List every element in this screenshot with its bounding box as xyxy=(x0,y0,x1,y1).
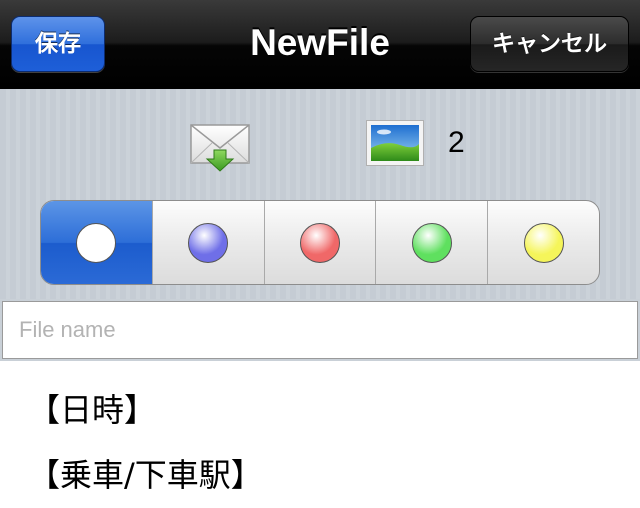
file-name-container xyxy=(0,299,640,361)
mail-download-icon[interactable] xyxy=(190,124,250,172)
file-name-input[interactable] xyxy=(2,301,638,359)
body-line: 【乗車/下車駅】 xyxy=(28,456,263,494)
color-segmented-control xyxy=(40,200,600,285)
color-option-blue[interactable] xyxy=(151,201,264,284)
yellow-dot-icon xyxy=(523,222,564,263)
color-option-red[interactable] xyxy=(263,201,376,284)
green-dot-icon xyxy=(411,222,452,263)
color-option-white[interactable] xyxy=(41,201,152,284)
body-line: 【日時】 xyxy=(28,391,157,429)
blue-dot-icon xyxy=(188,222,229,263)
color-option-yellow[interactable] xyxy=(487,201,599,284)
navigation-bar: 保存 NewFile キャンセル xyxy=(0,0,640,89)
white-dot-icon xyxy=(76,222,117,263)
photo-icon[interactable] xyxy=(366,120,424,166)
cancel-button[interactable]: キャンセル xyxy=(470,16,629,72)
red-dot-icon xyxy=(299,222,340,263)
color-option-green[interactable] xyxy=(375,201,487,284)
photo-count: 2 xyxy=(448,126,465,159)
note-body[interactable]: 【日時】 【乗車/下車駅】 xyxy=(28,378,628,508)
